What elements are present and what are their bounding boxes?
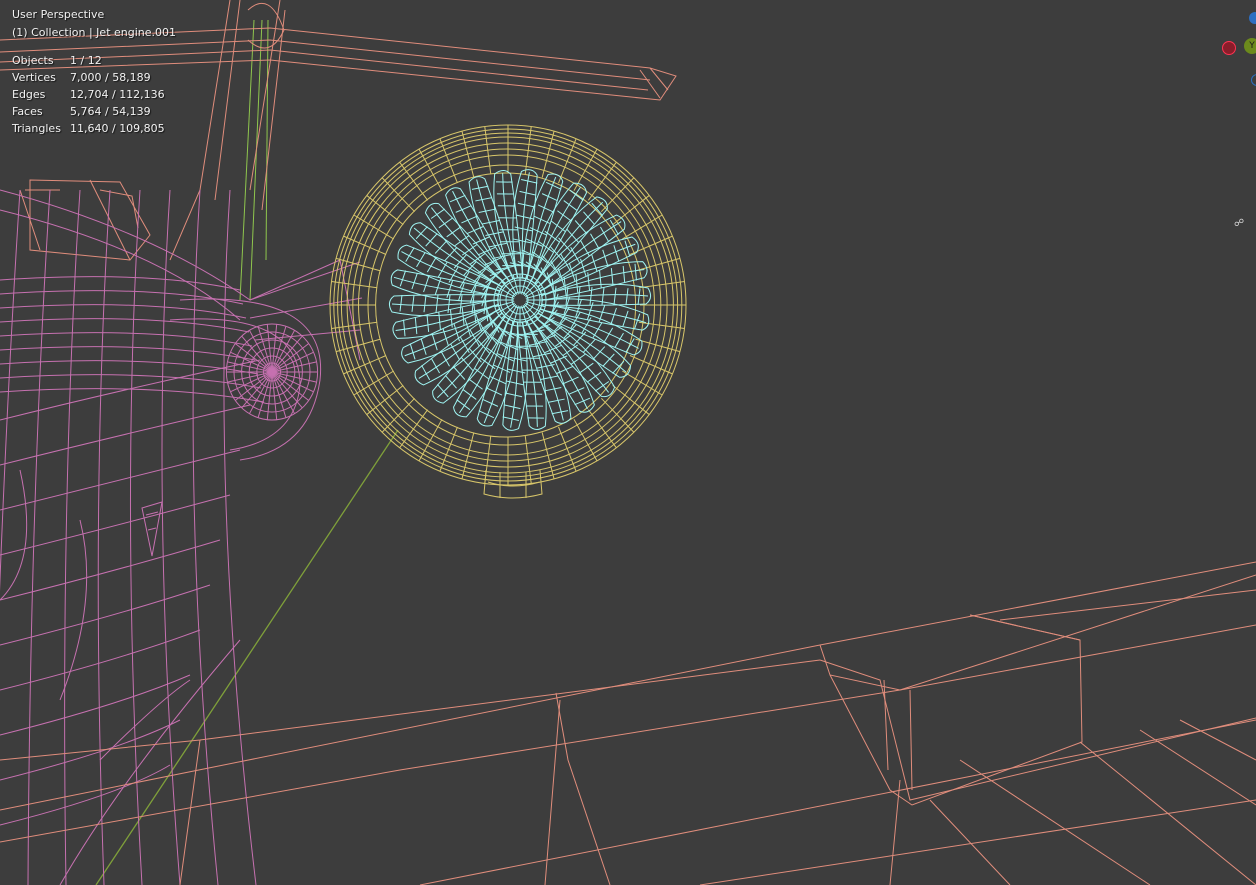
stat-row: Vertices 7,000 / 58,189 (12, 69, 165, 86)
main-wing-wireframe (0, 561, 1256, 885)
stat-row: Faces 5,764 / 54,139 (12, 103, 165, 120)
scene-statistics: Objects 1 / 12 Vertices 7,000 / 58,189 Edges… (12, 52, 165, 137)
viewport-title: User Perspective (12, 8, 105, 21)
x-axis-icon[interactable] (1222, 41, 1236, 55)
3d-viewport[interactable]: User Perspective (1) Collection | Jet en… (0, 0, 1256, 885)
stat-row: Triangles 11,640 / 109,805 (12, 120, 165, 137)
stat-row: Objects 1 / 12 (12, 52, 165, 69)
negative-z-axis-icon[interactable] (1251, 74, 1256, 86)
stat-label: Edges (12, 88, 46, 101)
stat-label: Objects (12, 54, 54, 67)
strut-wireframe (239, 19, 269, 301)
fan-blades-wireframe[interactable] (388, 169, 652, 432)
stat-value: 1 / 12 (70, 54, 102, 67)
stat-value: 12,704 / 112,136 (70, 88, 165, 101)
stat-value: 11,640 / 109,805 (70, 122, 165, 135)
stat-value: 5,764 / 54,139 (70, 105, 151, 118)
wireframe-scene[interactable] (0, 0, 1256, 885)
stat-row: Edges 12,704 / 112,136 (12, 86, 165, 103)
fuselage-wireframe (0, 189, 363, 885)
y-axis-icon[interactable]: Y (1244, 38, 1256, 54)
stat-value: 7,000 / 58,189 (70, 71, 151, 84)
z-axis-icon[interactable] (1249, 12, 1256, 24)
link-icon[interactable]: ☍ (1234, 218, 1244, 229)
stat-label: Vertices (12, 71, 56, 84)
stat-label: Faces (12, 105, 43, 118)
active-collection-label: (1) Collection | Jet engine.001 (12, 26, 177, 39)
stat-label: Triangles (12, 122, 61, 135)
